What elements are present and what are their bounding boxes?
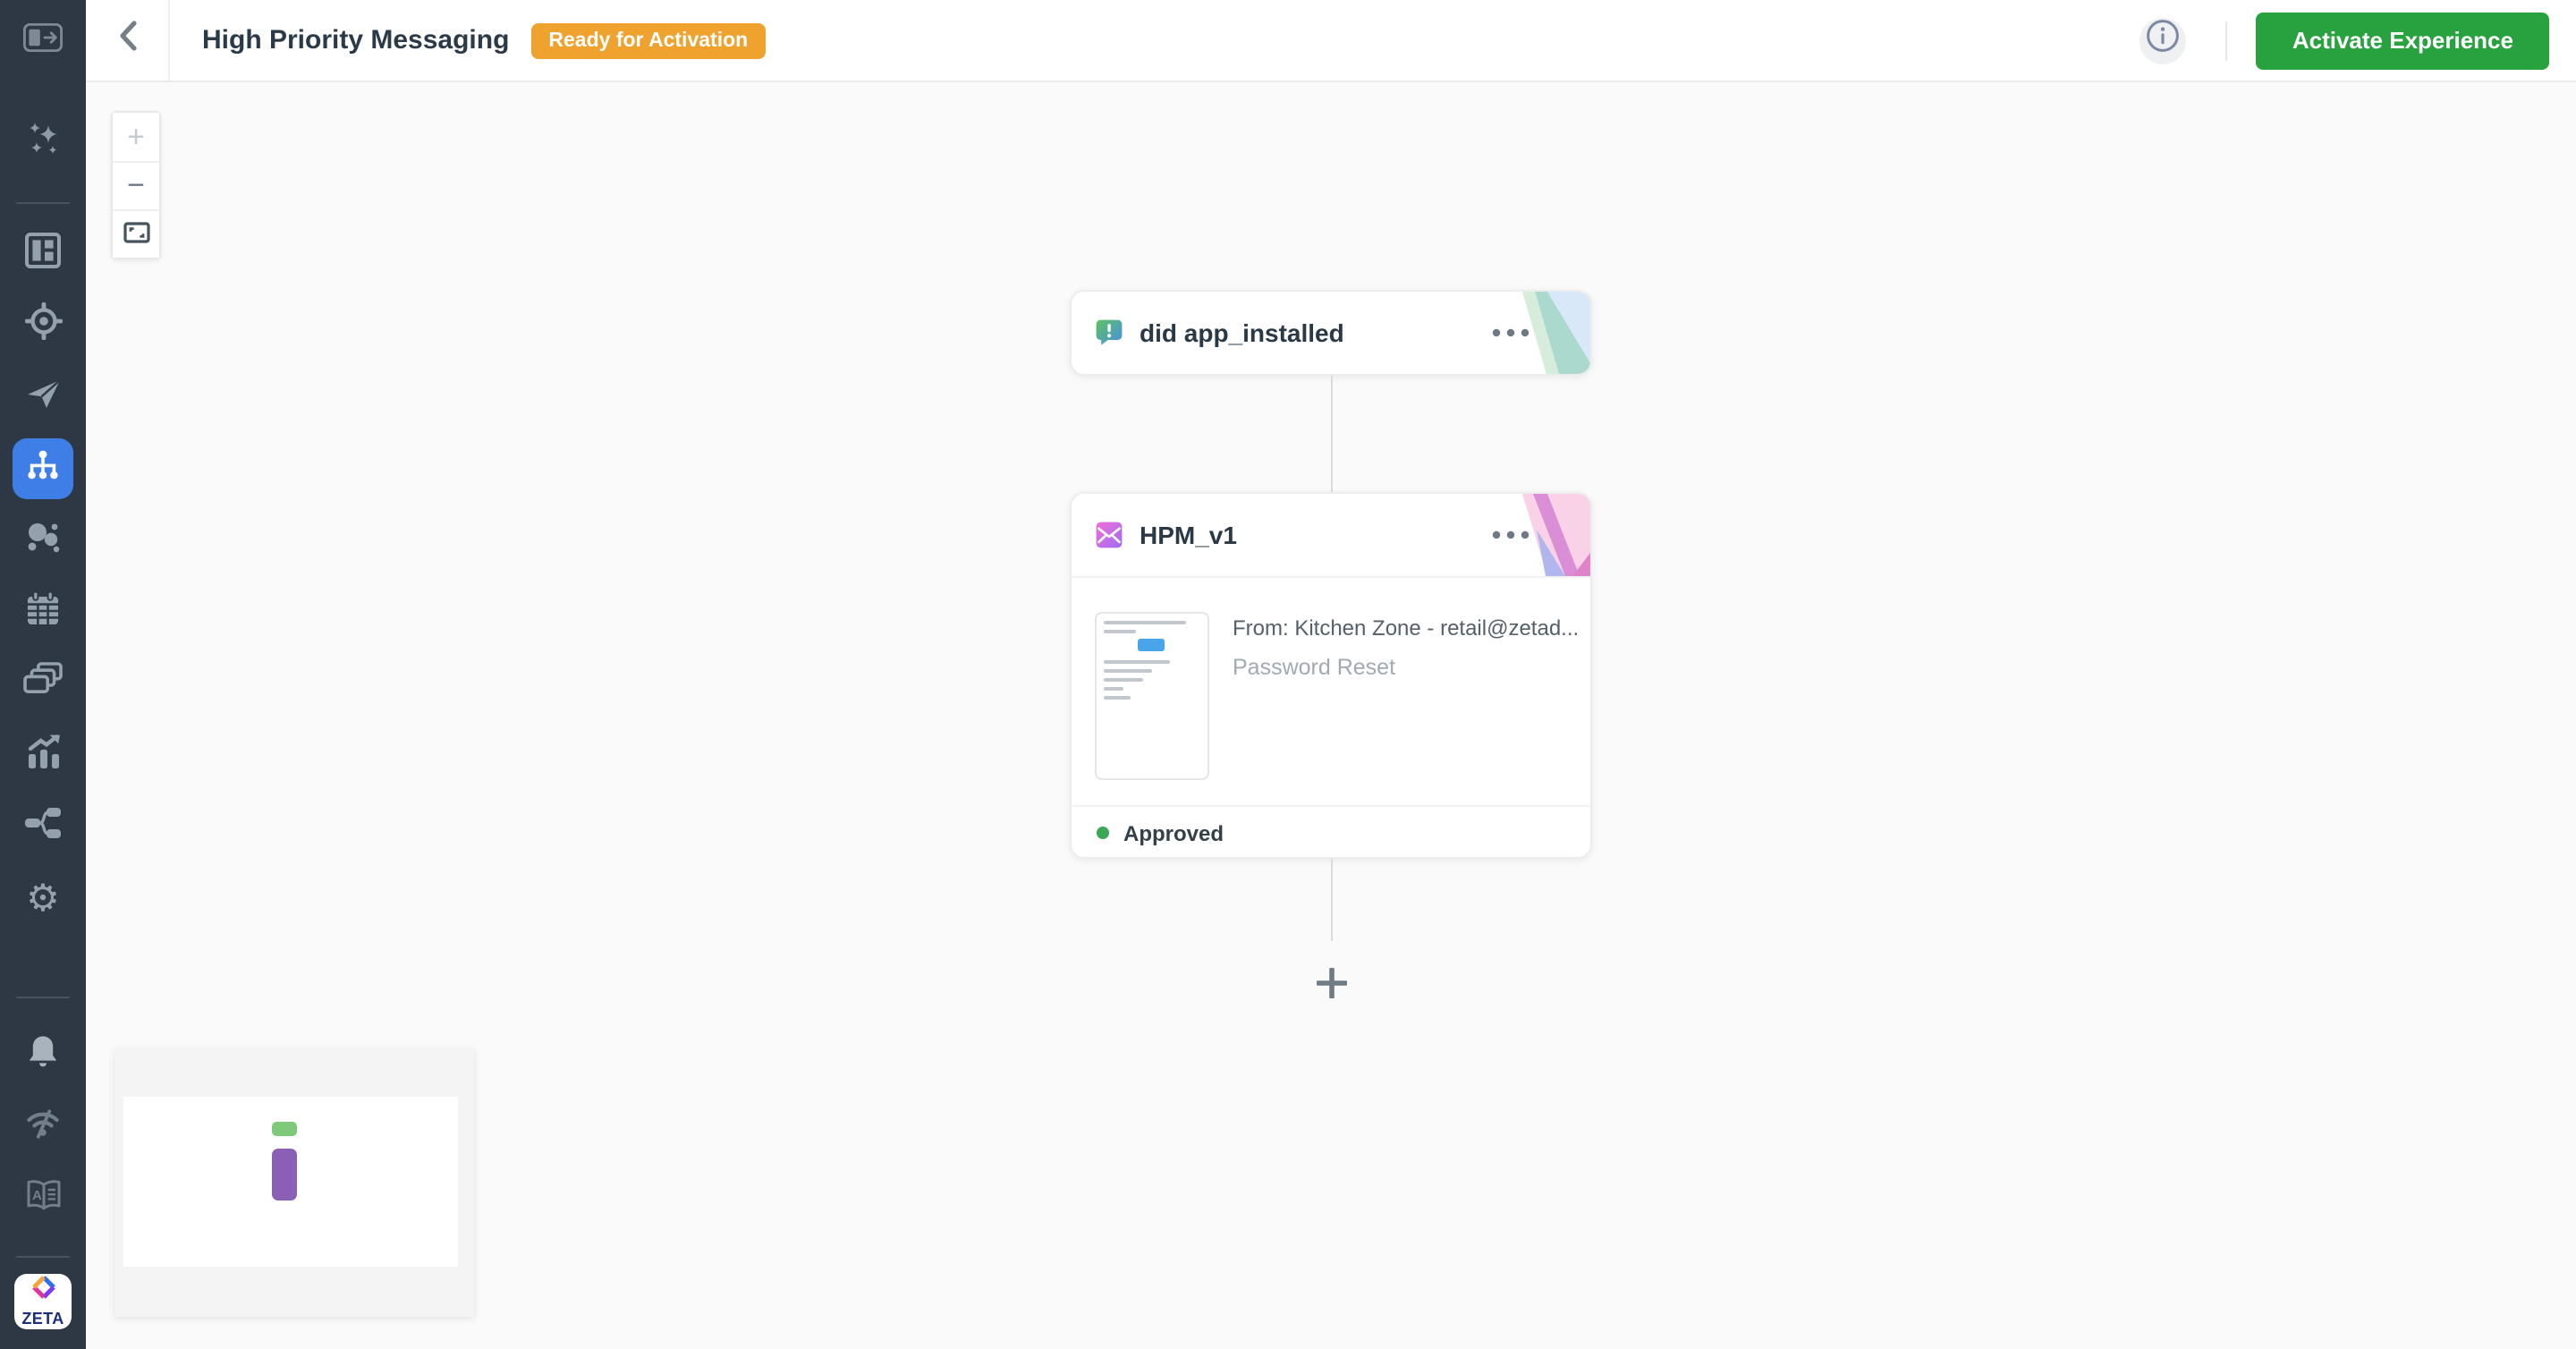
sparkles-icon <box>22 120 64 170</box>
minimap-viewport <box>123 1097 458 1267</box>
preview-cta-button <box>1138 639 1165 651</box>
email-node-title: HPM_v1 <box>1140 521 1237 549</box>
app-root: ⚙ A ZETA High Priority Messaging Ready f… <box>0 0 2576 1349</box>
zoom-controls: + − <box>111 111 161 259</box>
svg-text:A: A <box>31 1187 41 1202</box>
target-icon <box>23 301 63 349</box>
zoom-out-button[interactable]: − <box>113 161 159 209</box>
status-badge: Ready for Activation <box>530 22 767 58</box>
sidebar-item-audiences[interactable] <box>0 505 86 576</box>
sidebar-item-targeting[interactable] <box>0 290 86 361</box>
add-step-button[interactable] <box>1315 966 1347 998</box>
preview-text-line <box>1104 678 1143 682</box>
event-bubble-icon <box>1095 318 1123 347</box>
connector-line-1 <box>1331 376 1333 492</box>
preview-text-line <box>1104 687 1123 691</box>
sidebar-divider-bottom-2 <box>16 1256 70 1258</box>
sidebar-divider-top <box>16 202 70 204</box>
sidebar-item-dashboard[interactable] <box>0 218 86 290</box>
email-node-footer: Approved <box>1072 805 1590 857</box>
sidebar: ⚙ A ZETA <box>0 0 86 1349</box>
header-divider <box>2225 21 2228 60</box>
preview-text-line <box>1104 630 1137 633</box>
sidebar-divider-bottom-1 <box>16 997 70 998</box>
preview-text-line <box>1104 621 1187 624</box>
sidebar-item-notifications[interactable] <box>0 1020 86 1091</box>
email-preview-thumbnail[interactable] <box>1095 612 1209 780</box>
trigger-node-title: did app_installed <box>1140 318 1344 347</box>
minimap[interactable] <box>114 1048 474 1317</box>
signal-slash-icon <box>25 1105 61 1150</box>
sidebar-item-assistant[interactable] <box>0 109 86 181</box>
info-button[interactable] <box>2140 17 2187 64</box>
calendar-icon <box>25 590 61 634</box>
activate-experience-button[interactable]: Activate Experience <box>2256 12 2549 69</box>
fit-view-icon <box>123 221 149 248</box>
zeta-logo-text: ZETA <box>21 1310 64 1328</box>
email-node-menu-button[interactable] <box>1492 530 1530 539</box>
page-title: High Priority Messaging <box>202 25 510 55</box>
sidebar-item-signal[interactable] <box>0 1091 86 1163</box>
approved-status-dot <box>1097 827 1109 839</box>
email-node-body: From: Kitchen Zone - retail@zetad... Pas… <box>1072 576 1590 805</box>
journey-canvas[interactable]: + − did app_installed HPM_v1 From: Kitch… <box>86 82 2576 1349</box>
sidebar-item-send[interactable] <box>0 361 86 433</box>
trigger-node-menu-button[interactable] <box>1492 328 1530 337</box>
send-icon <box>24 375 62 420</box>
back-button[interactable] <box>86 0 170 81</box>
trigger-corner-decor <box>1519 292 1590 374</box>
active-highlight <box>13 438 73 499</box>
connector-line-2 <box>1331 859 1333 941</box>
sidebar-expand-button[interactable] <box>0 0 86 82</box>
preview-text-line <box>1104 660 1170 664</box>
ellipsis-icon <box>1492 530 1530 539</box>
bell-icon <box>25 1033 61 1078</box>
email-from-line: From: Kitchen Zone - retail@zetad... <box>1233 615 1580 641</box>
sidebar-item-glossary[interactable]: A <box>0 1163 86 1234</box>
campaign-cards-icon <box>23 661 63 706</box>
approved-status-text: Approved <box>1123 820 1224 845</box>
minimap-email-node <box>272 1149 297 1201</box>
zoom-in-button[interactable]: + <box>113 113 159 161</box>
dashboard-icon <box>25 232 61 276</box>
zeta-logo-button[interactable]: ZETA <box>0 1267 86 1335</box>
book-icon: A <box>24 1178 62 1219</box>
email-node[interactable]: HPM_v1 From: Kitchen Zone - retail@zetad… <box>1070 492 1592 859</box>
email-corner-decor <box>1519 494 1590 585</box>
trigger-node[interactable]: did app_installed <box>1070 290 1592 376</box>
back-chevron-icon <box>117 20 137 61</box>
zoom-in-icon: + <box>127 119 145 153</box>
sidebar-item-calendar[interactable] <box>0 576 86 648</box>
sidebar-item-analytics[interactable] <box>0 719 86 791</box>
top-bar: High Priority Messaging Ready for Activa… <box>86 0 2576 82</box>
minimap-trigger-node <box>272 1122 297 1136</box>
preview-text-line <box>1104 669 1152 673</box>
sidebar-item-campaigns[interactable] <box>0 648 86 719</box>
zeta-diamond-icon <box>30 1274 56 1310</box>
sidebar-expand-icon <box>22 21 64 60</box>
preview-text-line <box>1104 696 1131 700</box>
info-icon <box>2146 18 2182 63</box>
ellipsis-icon <box>1492 328 1530 337</box>
plus-icon <box>1316 967 1346 997</box>
sidebar-item-journeys[interactable] <box>0 433 86 505</box>
email-subject-line: Password Reset <box>1233 655 1396 680</box>
fit-view-button[interactable] <box>113 209 159 258</box>
gear-icon: ⚙ <box>26 878 60 919</box>
audience-bubbles-icon <box>23 518 63 563</box>
sidebar-item-flows[interactable] <box>0 791 86 862</box>
email-envelope-icon <box>1095 521 1123 549</box>
flow-split-icon <box>23 804 63 849</box>
sidebar-item-settings[interactable]: ⚙ <box>0 862 86 934</box>
analytics-chart-icon <box>24 733 62 777</box>
sitemap-icon <box>25 446 61 491</box>
